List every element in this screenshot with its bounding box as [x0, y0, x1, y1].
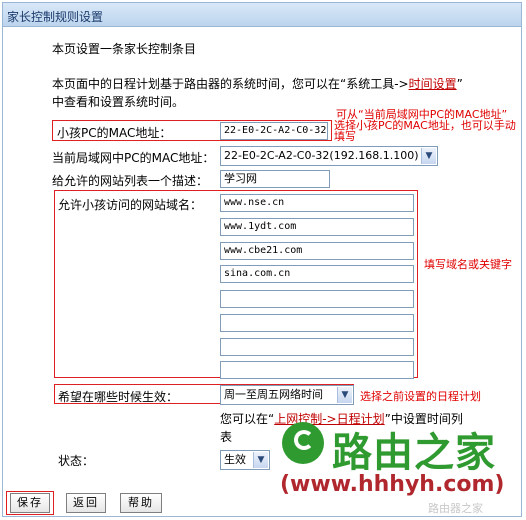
status-select[interactable]: 生效 ▼	[220, 450, 270, 470]
logo-swirl-icon	[294, 430, 314, 450]
mac-note-line-3: 填写	[334, 130, 356, 143]
intro-line-1: 本页面中的日程计划基于路由器的系统时间，您可以在“系统工具->时间设置”	[52, 75, 463, 92]
domain-input-3[interactable]: www.cbe21.com	[220, 242, 414, 260]
schedule-selected-value: 周一至周五网络时间	[224, 388, 323, 401]
chevron-down-icon[interactable]: ▼	[337, 387, 352, 403]
page-heading: 本页设置一条家长控制条目	[52, 42, 197, 56]
schedule-note: 选择之前设置的日程计划	[360, 390, 481, 403]
schedule-hint-text-a: 您可以在“	[220, 412, 275, 426]
domain-input-2[interactable]: www.1ydt.com	[220, 218, 414, 236]
domain-input-4[interactable]: sina.com.cn	[220, 265, 414, 283]
lan-mac-label: 当前局域网中PC的MAC地址：	[52, 151, 215, 165]
child-mac-input[interactable]: 22-E0-2C-A2-C0-32	[220, 122, 328, 140]
window-title: 家长控制规则设置	[7, 10, 104, 24]
status-label: 状态：	[58, 454, 95, 468]
description-input[interactable]: 学习网	[220, 170, 330, 188]
intro-text-b: ”	[456, 77, 463, 91]
intro-line-2: 中查看和设置系统时间。	[52, 95, 185, 109]
description-label: 给允许的网站列表一个描述：	[52, 174, 209, 188]
help-button[interactable]: 帮助	[120, 493, 162, 513]
watermark-faint: 路由器之家	[428, 502, 483, 515]
domain-input-8[interactable]	[220, 361, 414, 379]
domain-input-6[interactable]	[220, 314, 414, 332]
domains-label: 允许小孩访问的网站域名：	[58, 198, 203, 212]
domain-input-5[interactable]	[220, 290, 414, 308]
save-button[interactable]: 保存	[10, 493, 50, 513]
intro-text-a: 本页面中的日程计划基于路由器的系统时间，您可以在“系统工具->	[52, 77, 409, 91]
schedule-hint-line-2: 表	[220, 430, 233, 444]
mac-note-line-2: 选择小孩PC的MAC地址，也可以手动	[334, 119, 516, 132]
title-bar: 家长控制规则设置	[3, 3, 521, 27]
domain-input-7[interactable]	[220, 338, 414, 356]
schedule-select[interactable]: 周一至周五网络时间 ▼	[220, 385, 354, 405]
watermark-url: (www.hhhyh.com)	[280, 472, 505, 497]
watermark: 路由之家 (www.hhhyh.com) 路由器之家	[278, 420, 522, 516]
chevron-down-icon[interactable]: ▼	[421, 148, 436, 164]
lan-mac-selected-value: 22-E0-2C-A2-C0-32(192.168.1.100)	[224, 149, 419, 162]
time-settings-link[interactable]: 时间设置	[409, 77, 457, 91]
status-selected-value: 生效	[224, 453, 246, 466]
watermark-brand: 路由之家	[332, 430, 496, 476]
domain-note: 填写域名或关键字	[424, 258, 512, 271]
child-mac-label: 小孩PC的MAC地址：	[57, 126, 172, 140]
domain-input-1[interactable]: www.nse.cn	[220, 194, 414, 212]
back-button[interactable]: 返回	[66, 493, 106, 513]
lan-mac-select[interactable]: 22-E0-2C-A2-C0-32(192.168.1.100) ▼	[220, 146, 438, 166]
chevron-down-icon[interactable]: ▼	[253, 452, 268, 468]
schedule-label: 希望在哪些时候生效：	[58, 390, 179, 404]
